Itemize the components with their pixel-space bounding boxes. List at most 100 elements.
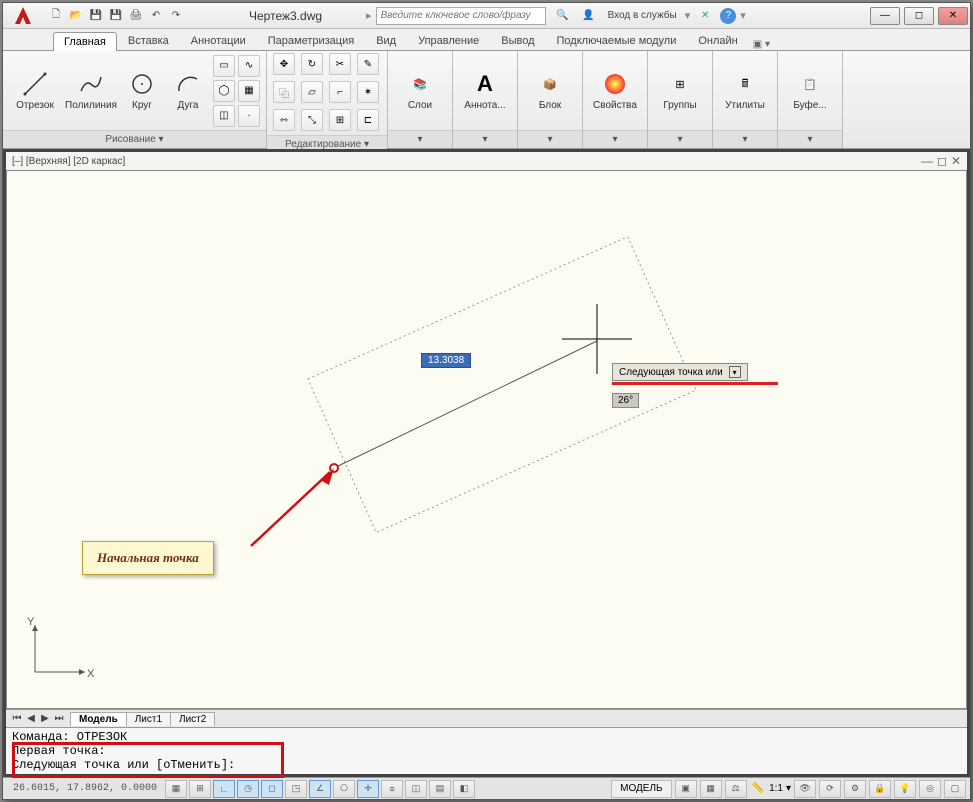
selection-cycle-icon[interactable]: ◧ <box>453 780 475 798</box>
ribbon-expand-icon[interactable]: ▣ ▾ <box>753 39 770 50</box>
vp-close-icon[interactable]: ✕ <box>951 154 961 168</box>
command-line[interactable]: Команда: ОТРЕЗОК Первая точка: Следующая… <box>6 727 967 774</box>
layout-tab-sheet2[interactable]: Лист2 <box>170 712 215 726</box>
circle-button[interactable]: Круг <box>121 68 163 113</box>
annoauto-icon[interactable]: ⟳ <box>819 780 841 798</box>
tab-parametric[interactable]: Параметризация <box>257 31 365 50</box>
annoscale-icon[interactable]: ⚖ <box>725 780 747 798</box>
line-button[interactable]: Отрезок <box>9 68 61 113</box>
polar-icon[interactable]: ◷ <box>237 780 259 798</box>
layers-button[interactable]: 📚Слои <box>394 68 446 113</box>
otrack-icon[interactable]: ∠ <box>309 780 331 798</box>
layout-first-icon[interactable]: ⏮ <box>10 713 24 724</box>
modelspace-button[interactable]: МОДЕЛЬ <box>611 780 671 798</box>
panel-block: 📦Блок ▾ <box>518 51 583 148</box>
search-input[interactable] <box>376 7 546 25</box>
minimize-button[interactable]: — <box>870 7 900 25</box>
transparency-icon[interactable]: ◫ <box>405 780 427 798</box>
tab-home[interactable]: Главная <box>53 32 117 51</box>
tab-insert[interactable]: Вставка <box>117 31 180 50</box>
layout-last-icon[interactable]: ⏭ <box>52 713 66 724</box>
clipboard-button[interactable]: 📋Буфе... <box>784 68 836 113</box>
vp-minimize-icon[interactable]: — <box>921 154 933 168</box>
offset-icon[interactable]: ⊏ <box>357 109 379 131</box>
vp-maximize-icon[interactable]: ◻ <box>937 154 947 168</box>
arc-button[interactable]: Дуга <box>167 68 209 113</box>
3dosnap-icon[interactable]: ◳ <box>285 780 307 798</box>
app-window: 🗋 📂 💾 💾 🖨 ↶ ↷ Чертеж3.dwg ▸ 🔍 👤 Вход в с… <box>2 2 971 800</box>
tab-annotations[interactable]: Аннотации <box>180 31 257 50</box>
groups-button[interactable]: ⊞Группы <box>654 68 706 113</box>
tab-plugins[interactable]: Подключаемые модули <box>546 31 688 50</box>
copy-icon[interactable]: ⿻ <box>273 81 295 103</box>
signin-icon[interactable]: 👤 <box>578 7 600 25</box>
lineweight-icon[interactable]: ≡ <box>381 780 403 798</box>
dynamic-distance-input[interactable]: 13.3038 <box>421 353 471 368</box>
isolate-icon[interactable]: ◎ <box>919 780 941 798</box>
scale-icon[interactable]: ⤡ <box>301 109 323 131</box>
erase-icon[interactable]: ✎ <box>357 53 379 75</box>
point-icon[interactable]: · <box>238 105 260 127</box>
app-menu-button[interactable] <box>3 3 43 29</box>
close-button[interactable]: ✕ <box>938 7 968 25</box>
quickview-drawings-icon[interactable]: ▦ <box>700 780 722 798</box>
annovis-icon[interactable]: 👁 <box>794 780 816 798</box>
tab-output[interactable]: Вывод <box>490 31 545 50</box>
scale-display[interactable]: 1:1 <box>769 783 783 794</box>
layout-prev-icon[interactable]: ◀ <box>24 713 38 724</box>
dynamic-dropdown-icon[interactable]: ▾ <box>729 366 741 378</box>
rotate-icon[interactable]: ↻ <box>301 53 323 75</box>
trim-icon[interactable]: ✂ <box>329 53 351 75</box>
utilities-button[interactable]: 🖩Утилиты <box>719 68 771 113</box>
layout-tab-sheet1[interactable]: Лист1 <box>126 712 171 726</box>
spline-icon[interactable]: ∿ <box>238 55 260 77</box>
osnap-icon[interactable]: ◻ <box>261 780 283 798</box>
mirror-icon[interactable]: ▱ <box>301 81 323 103</box>
snap-mode-icon[interactable]: ▦ <box>165 780 187 798</box>
fillet-icon[interactable]: ⌐ <box>329 81 351 103</box>
tab-manage[interactable]: Управление <box>407 31 490 50</box>
explode-icon[interactable]: ✶ <box>357 81 379 103</box>
hatch-icon[interactable]: ▦ <box>238 80 260 102</box>
hardware-accel-icon[interactable]: 💡 <box>894 780 916 798</box>
ortho-icon[interactable]: ∟ <box>213 780 235 798</box>
rectangle-icon[interactable]: ▭ <box>213 55 235 77</box>
move-icon[interactable]: ✥ <box>273 53 295 75</box>
toolbar-lock-icon[interactable]: 🔒 <box>869 780 891 798</box>
new-icon[interactable]: 🗋 <box>47 7 65 25</box>
quickprops-icon[interactable]: ▤ <box>429 780 451 798</box>
ellipse-icon[interactable]: ◯ <box>213 80 235 102</box>
block-button[interactable]: 📦Блок <box>524 68 576 113</box>
signin-link[interactable]: Вход в службы <box>604 10 681 21</box>
plot-icon[interactable]: 🖨 <box>127 7 145 25</box>
redo-icon[interactable]: ↷ <box>167 7 185 25</box>
layout-next-icon[interactable]: ▶ <box>38 713 52 724</box>
ducs-icon[interactable]: ⎔ <box>333 780 355 798</box>
saveas-icon[interactable]: 💾 <box>107 7 125 25</box>
undo-icon[interactable]: ↶ <box>147 7 165 25</box>
quickview-layouts-icon[interactable]: ▣ <box>675 780 697 798</box>
viewport-label[interactable]: [–] [Верхняя] [2D каркас] <box>12 156 125 167</box>
layout-tab-model[interactable]: Модель <box>70 712 127 726</box>
array-icon[interactable]: ⊞ <box>329 109 351 131</box>
grid-icon[interactable]: ⊞ <box>189 780 211 798</box>
tab-online[interactable]: Онлайн <box>687 31 748 50</box>
exchange-icon[interactable]: ✕ <box>694 7 716 25</box>
cleanscreen-icon[interactable]: ▢ <box>944 780 966 798</box>
dyn-input-icon[interactable]: ✛ <box>357 780 379 798</box>
save-icon[interactable]: 💾 <box>87 7 105 25</box>
maximize-button[interactable]: ◻ <box>904 7 934 25</box>
properties-button[interactable]: Свойства <box>589 68 641 113</box>
help-icon[interactable]: ? <box>720 8 736 24</box>
search-go-icon[interactable]: 🔍 <box>552 7 574 25</box>
tab-view[interactable]: Вид <box>365 31 407 50</box>
annotation-button[interactable]: AАннота... <box>459 68 511 113</box>
stretch-icon[interactable]: ⇿ <box>273 109 295 131</box>
workspace-icon[interactable]: ⚙ <box>844 780 866 798</box>
coordinates[interactable]: 26.6015, 17.8962, 0.0000 <box>7 783 163 794</box>
panel-draw-title[interactable]: Рисование ▾ <box>3 130 266 148</box>
open-icon[interactable]: 📂 <box>67 7 85 25</box>
region-icon[interactable]: ◫ <box>213 105 235 127</box>
polyline-button[interactable]: Полилиния <box>65 68 117 113</box>
drawing-canvas[interactable]: 13.3038 Следующая точка или ▾ 26° Началь… <box>6 170 967 709</box>
